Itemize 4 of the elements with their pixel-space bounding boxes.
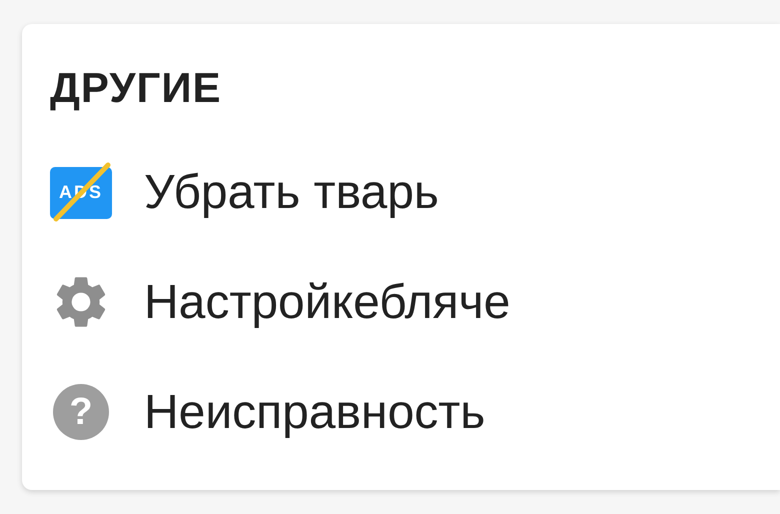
help-icon: ? bbox=[53, 384, 109, 440]
menu-item[interactable]: ? Неисправность bbox=[50, 357, 780, 467]
menu-item[interactable]: Настройкебляче bbox=[50, 247, 780, 357]
section-title: ДРУГИЕ bbox=[50, 63, 223, 113]
